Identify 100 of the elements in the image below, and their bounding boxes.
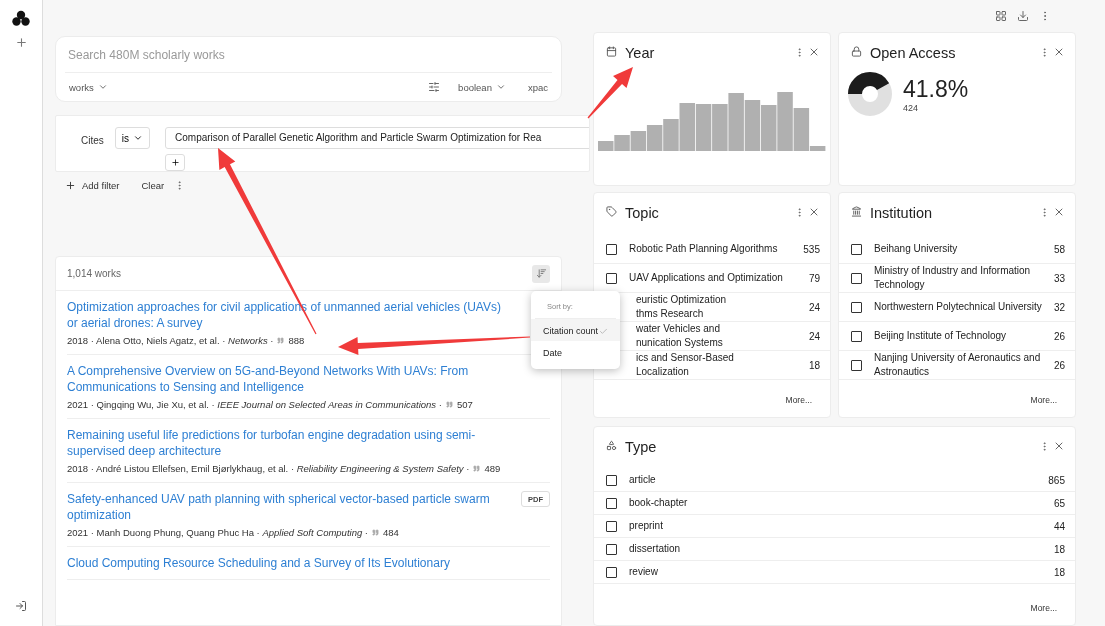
chevron-icon (133, 133, 144, 143)
facet-label: Nanjing University of Aeronautics and Astronautics (874, 351, 1042, 379)
settings-icon[interactable] (428, 81, 441, 93)
facet-label: article (629, 473, 657, 487)
result-title[interactable]: Safety-enhanced UAV path planning with spherical vector-based particle swarm optimization (67, 491, 511, 523)
more-link[interactable]: More... (1030, 603, 1065, 619)
checkbox[interactable] (606, 474, 617, 486)
checkbox[interactable] (851, 243, 862, 255)
quote-icon (372, 529, 380, 536)
plus-icon (65, 180, 76, 191)
search-card[interactable]: Search 480M scholarly works works boolean xpac (55, 36, 562, 102)
facet-count: 58 (1053, 243, 1065, 255)
menu-item[interactable]: Date (531, 341, 620, 363)
histogram-bar (712, 104, 728, 151)
histogram-bar (646, 125, 663, 151)
add-icon[interactable] (14, 36, 28, 49)
result-title[interactable]: Cloud Computing Resource Scheduling and a Survey of Its Evolutionary (67, 555, 510, 571)
result-title[interactable]: Remaining useful life predictions for turbofan engine degradation using semi-supervised deep architecture (67, 427, 510, 459)
add-value-button[interactable] (165, 154, 186, 171)
close-icon[interactable] (808, 46, 820, 58)
checkbox[interactable] (851, 301, 862, 313)
citation-count: 888 (288, 335, 305, 346)
checkbox[interactable] (606, 272, 617, 284)
citation-count: 484 (383, 527, 399, 538)
checkbox[interactable] (851, 272, 862, 284)
login-icon[interactable] (15, 600, 27, 612)
close-icon[interactable] (1053, 46, 1065, 58)
facet-count: 18 (808, 359, 820, 371)
clear-button[interactable]: Clear (141, 180, 165, 191)
sort-icon (535, 268, 547, 279)
panel-title: Institution (870, 204, 934, 223)
annotation-arrow (587, 67, 633, 119)
panel-title: Year (625, 44, 656, 63)
facet-label: Northwestern Polytechnical University (874, 300, 1042, 314)
grid-icon[interactable] (995, 10, 1007, 22)
checkbox[interactable] (606, 543, 617, 555)
sort-button[interactable] (532, 264, 550, 283)
result-meta: 2021 · Qingqing Wu, Jie Xu, et al. · IEEE Journal on Selected Areas in Communications · (67, 399, 442, 410)
checkbox[interactable] (606, 243, 617, 255)
more-link[interactable]: More... (1030, 395, 1065, 411)
entity-dropdown[interactable]: works (65, 81, 112, 93)
building-icon (851, 206, 862, 217)
open-access-count: 424 (903, 102, 920, 113)
facet-count: 33 (1053, 272, 1065, 284)
menu-item[interactable]: Citation count (531, 319, 620, 341)
histogram-bar (761, 105, 777, 151)
facet-label: water Vehicles and (636, 322, 720, 336)
facet-label: Robotic Path Planning Algorithms (629, 242, 779, 256)
checkbox[interactable] (851, 359, 862, 371)
facet-label: UAV Applications and Optimization (629, 271, 784, 285)
check-icon (599, 326, 608, 336)
facet-count: 44 (1053, 520, 1065, 532)
more-link[interactable]: More... (785, 395, 820, 411)
histogram-bar (744, 100, 761, 151)
percent-value: 41.8% (903, 75, 969, 103)
facet-label: preprint (629, 519, 664, 533)
close-icon[interactable] (1053, 440, 1065, 452)
facet-label: Ministry of Industry and Information Technology (874, 264, 1032, 292)
facet-label: ics and Sensor-Based (636, 351, 734, 365)
checkbox[interactable] (606, 497, 617, 509)
mode-dropdown[interactable]: boolean (454, 81, 510, 93)
checkbox[interactable] (606, 520, 617, 532)
lock-icon (851, 46, 862, 57)
facet-label: nunication Systems (636, 336, 723, 350)
facet-count: 24 (808, 301, 820, 313)
facet-label: Beihang University (874, 242, 959, 256)
chevron-icon (495, 82, 506, 92)
checkbox[interactable] (851, 330, 862, 342)
operator-dropdown[interactable]: is (114, 127, 151, 149)
histogram-bar (728, 93, 744, 151)
download-icon[interactable] (1017, 10, 1029, 22)
checkbox[interactable] (606, 566, 617, 578)
logo-icon[interactable] (12, 10, 30, 26)
xpac-toggle[interactable]: xpac (523, 81, 552, 93)
facet-count: 24 (808, 330, 820, 342)
facet-label: book-chapter (629, 496, 689, 510)
facet-count: 865 (1048, 474, 1065, 486)
facet-label: review (629, 565, 659, 579)
filter-value-field[interactable]: Comparison of Parallel Genetic Algorithm and Particle Swarm Optimization for Rea (165, 127, 589, 149)
tag-icon (606, 206, 617, 217)
result-title[interactable]: A Comprehensive Overview on 5G-and-Beyond Networks With UAVs: From Communications to Sensing and Intelligence (67, 363, 510, 395)
shapes-icon (606, 440, 617, 451)
facet-label: thms Research (636, 307, 704, 321)
facet-count: 79 (808, 272, 820, 284)
quote-icon (277, 337, 285, 344)
calendar-icon (606, 46, 617, 57)
quote-icon (445, 401, 453, 408)
facet-label: euristic Optimization (636, 293, 727, 307)
result-meta: 2018 · Alena Otto, Niels Agatz, et al. · Networks · (67, 335, 274, 346)
result-count: 1,014 works (67, 268, 121, 279)
add-filter-button[interactable]: Add filter (65, 180, 120, 191)
chevron-icon (97, 82, 108, 92)
panel-title: Type (625, 438, 658, 457)
result-meta: 2021 · Manh Duong Phung, Quang Phuc Ha · Applied Soft Computing · (67, 527, 369, 538)
facet-label: dissertation (629, 542, 682, 556)
close-icon[interactable] (1053, 206, 1065, 218)
facet-count: 535 (803, 243, 820, 255)
facet-label: Beijing Institute of Technology (874, 329, 1008, 343)
facet-label: Localization (636, 365, 689, 379)
close-icon[interactable] (808, 206, 820, 218)
